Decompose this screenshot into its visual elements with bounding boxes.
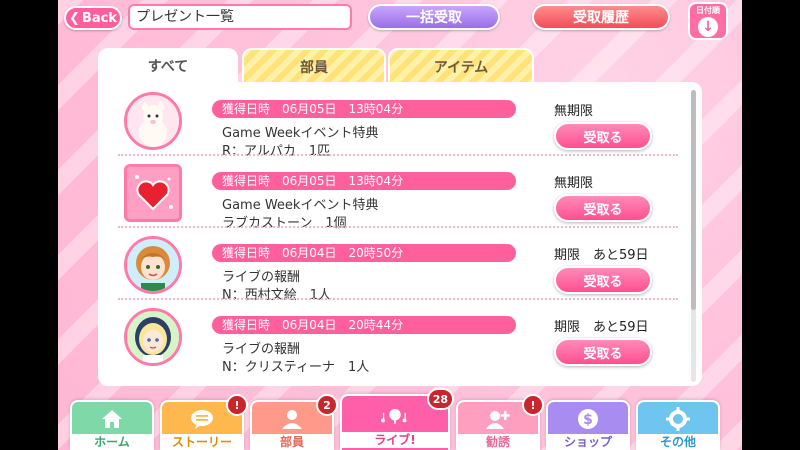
tab-members[interactable]: 部員 bbox=[242, 48, 386, 84]
acquired-date: 獲得日時 06月04日 20時44分 bbox=[212, 316, 516, 334]
expiry-label: 期限 あと59日 bbox=[554, 320, 649, 335]
gift-source: ライブの報酬 bbox=[222, 342, 301, 357]
receive-button[interactable]: 受取る bbox=[554, 338, 652, 366]
nav-other[interactable]: その他 bbox=[636, 400, 720, 450]
nav-recruit[interactable]: ! 勧誘 bbox=[456, 394, 544, 450]
row-divider bbox=[118, 298, 678, 300]
sort-label: 日付順 bbox=[696, 6, 720, 15]
nav-label: ストーリー bbox=[162, 434, 242, 450]
shop-icon: $ bbox=[574, 406, 602, 432]
present-list-screen: ❮ Back プレゼント一覧 一括受取 受取履歴 日付順 ↓ すべて 部員 アイ… bbox=[58, 0, 742, 450]
nav-home[interactable]: ホーム bbox=[70, 400, 154, 450]
heart-stone-icon bbox=[124, 164, 182, 222]
bulk-receive-button[interactable]: 一括受取 bbox=[368, 4, 500, 30]
receive-button[interactable]: 受取る bbox=[554, 266, 652, 294]
expiry-label: 期限 あと59日 bbox=[554, 248, 649, 263]
nav-shop[interactable]: $ ショップ bbox=[546, 400, 630, 450]
acquired-date: 獲得日時 06月04日 20時50分 bbox=[212, 244, 516, 262]
gift-content: ラブカストーン 1個 bbox=[222, 216, 347, 231]
list-scrollbar[interactable] bbox=[691, 90, 696, 382]
gift-source: Game Weekイベント特典 bbox=[222, 198, 379, 213]
gift-source: ライブの報酬 bbox=[222, 270, 301, 285]
svg-text:$: $ bbox=[583, 412, 593, 428]
tab-all[interactable]: すべて bbox=[98, 48, 238, 84]
tab-items[interactable]: アイテム bbox=[388, 48, 534, 84]
bottom-nav: ホーム ! ストーリー 2 部員 28 ライブ! ! 勧誘 $ ショップ その他 bbox=[58, 388, 742, 450]
expiry-label: 無期限 bbox=[554, 104, 594, 119]
count-badge: 28 bbox=[426, 388, 454, 410]
member-avatar bbox=[124, 236, 182, 294]
count-badge: 2 bbox=[316, 394, 338, 416]
list-item: 獲得日時 06月04日 20時50分 ライブの報酬 N：西村文絵 1人 期限 あ… bbox=[98, 230, 688, 303]
gift-list-panel: 獲得日時 06月05日 13時04分 Game Weekイベント特典 R：アルパ… bbox=[98, 82, 702, 386]
scroll-thumb[interactable] bbox=[691, 90, 696, 310]
music-icon bbox=[381, 402, 409, 430]
receive-button[interactable]: 受取る bbox=[554, 194, 652, 222]
gear-icon bbox=[664, 406, 692, 432]
recruit-icon bbox=[484, 406, 512, 432]
gift-content: N：西村文絵 1人 bbox=[222, 288, 331, 303]
acquired-date: 獲得日時 06月05日 13時04分 bbox=[212, 172, 516, 190]
page-title: プレゼント一覧 bbox=[128, 4, 352, 30]
alert-badge: ! bbox=[522, 394, 544, 416]
nav-members[interactable]: 2 部員 bbox=[250, 394, 338, 450]
chevron-left-icon: ❮ bbox=[69, 10, 80, 26]
gift-content: N：クリスティーナ 1人 bbox=[222, 360, 370, 375]
receive-history-button[interactable]: 受取履歴 bbox=[532, 4, 670, 30]
gift-source: Game Weekイベント特典 bbox=[222, 126, 379, 141]
sort-by-date-button[interactable]: 日付順 ↓ bbox=[688, 2, 728, 40]
nav-label: その他 bbox=[638, 434, 718, 450]
list-item: 獲得日時 06月05日 13時04分 Game Weekイベント特典 ラブカスト… bbox=[98, 158, 688, 231]
nav-live[interactable]: 28 ライブ! bbox=[340, 388, 454, 450]
arrow-down-icon: ↓ bbox=[698, 17, 718, 37]
alpaca-avatar bbox=[124, 92, 182, 150]
back-button[interactable]: ❮ Back bbox=[64, 6, 122, 30]
nav-label: ショップ bbox=[548, 434, 628, 450]
nav-label: 部員 bbox=[252, 434, 332, 450]
members-icon bbox=[278, 406, 306, 432]
receive-button[interactable]: 受取る bbox=[554, 122, 652, 150]
nav-label: 勧誘 bbox=[458, 434, 538, 450]
home-icon bbox=[98, 406, 126, 432]
acquired-date: 獲得日時 06月05日 13時04分 bbox=[212, 100, 516, 118]
gift-content: R：アルパカ 1匹 bbox=[222, 144, 331, 159]
member-avatar bbox=[124, 308, 182, 366]
row-divider bbox=[118, 226, 678, 228]
list-item: 獲得日時 06月04日 20時44分 ライブの報酬 N：クリスティーナ 1人 期… bbox=[98, 302, 688, 375]
nav-story[interactable]: ! ストーリー bbox=[160, 394, 248, 450]
alert-badge: ! bbox=[226, 394, 248, 416]
back-label: Back bbox=[81, 10, 117, 26]
chat-icon bbox=[188, 406, 216, 432]
row-divider bbox=[118, 154, 678, 156]
nav-label: ライブ! bbox=[342, 432, 448, 448]
nav-label: ホーム bbox=[72, 434, 152, 450]
list-item: 獲得日時 06月05日 13時04分 Game Weekイベント特典 R：アルパ… bbox=[98, 86, 688, 159]
expiry-label: 無期限 bbox=[554, 176, 594, 191]
